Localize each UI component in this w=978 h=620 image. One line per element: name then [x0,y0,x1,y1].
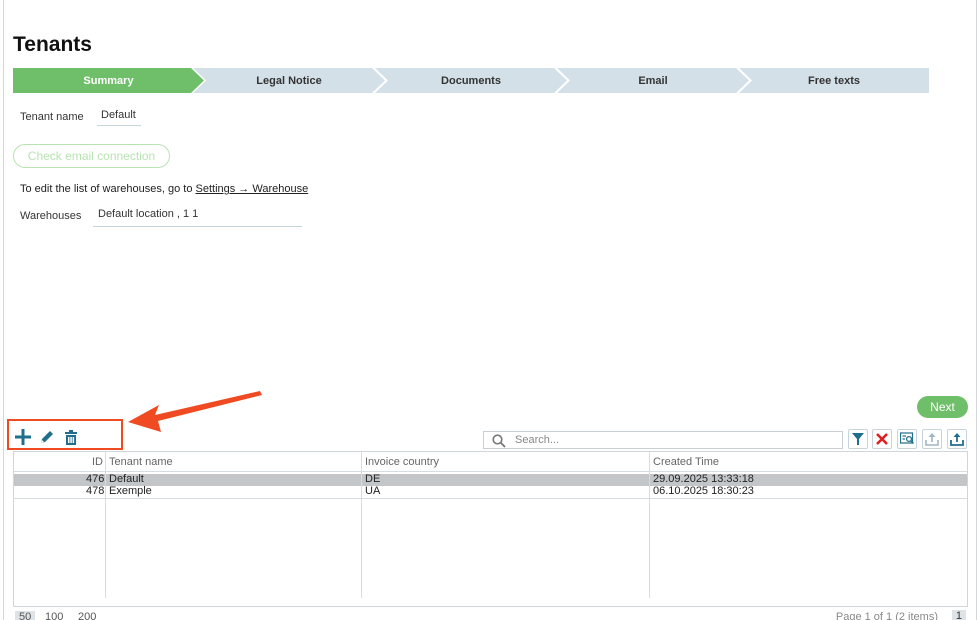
close-icon[interactable] [872,429,892,449]
step-label: Legal Notice [256,74,322,87]
pencil-icon[interactable] [38,428,56,446]
column-divider [361,452,362,598]
table-header: ID Tenant name Invoice country Created T… [14,452,967,472]
filter-icon[interactable] [848,429,868,449]
warehouse-info-text: To edit the list of warehouses, go to Se… [20,183,308,195]
upload-icon[interactable] [922,429,942,449]
search-input[interactable] [515,432,835,448]
step-documents[interactable]: Documents [375,68,567,93]
cell-invoice-country: DE [365,473,381,485]
pager-info: Page 1 of 1 (2 items) [835,611,938,620]
warehouses-field[interactable]: Default location , 1 1 [93,208,302,227]
wizard-steps: Summary Legal Notice Documents Email Fre… [13,68,929,93]
tenants-page: Tenants Summary Legal Notice Documents E… [0,0,978,620]
upload-icon[interactable] [947,429,967,449]
cell-id: 478 [86,485,105,497]
step-label: Documents [441,74,501,87]
table-row[interactable]: 476 Default DE 29.09.2025 13:33:18 [14,473,967,486]
page-title: Tenants [13,33,92,56]
tenants-table: ID Tenant name Invoice country Created T… [13,451,968,607]
next-button[interactable]: Next [917,396,968,418]
search-box [483,431,843,449]
column-divider [649,452,650,598]
column-header-id[interactable]: ID [92,456,103,468]
settings-warehouse-link[interactable]: Settings → Warehouse [196,183,309,195]
search-document-icon[interactable] [897,429,917,449]
info-prefix: To edit the list of warehouses, go to [20,183,196,195]
plus-icon[interactable] [14,428,32,446]
pager: 50 100 200 Page 1 of 1 (2 items) 1 [13,609,968,620]
cell-invoice-country: UA [365,485,381,497]
cell-created-time: 06.10.2025 18:30:23 [653,485,754,497]
tenant-name-field[interactable]: Default [97,109,141,126]
row-divider [14,498,967,499]
search-icon [492,434,506,448]
step-free-texts[interactable]: Free texts [739,68,929,93]
column-header-invoice-country[interactable]: Invoice country [365,456,439,468]
step-legal-notice[interactable]: Legal Notice [193,68,385,93]
page-number-button[interactable]: 1 [951,610,966,620]
left-border [3,0,4,620]
column-header-tenant-name[interactable]: Tenant name [109,456,173,468]
page-size-option[interactable]: 200 [78,611,96,620]
check-email-connection-button[interactable]: Check email connection [13,144,170,168]
step-label: Free texts [808,74,860,87]
table-row[interactable]: 478 Exemple UA 06.10.2025 18:30:23 [14,485,967,498]
column-divider [105,452,106,598]
step-label: Email [638,74,668,87]
cell-created-time: 29.09.2025 13:33:18 [653,473,754,485]
page-size-option[interactable]: 50 [15,611,36,620]
page-size-option[interactable]: 100 [45,611,63,620]
step-summary[interactable]: Summary [13,68,204,93]
trash-icon[interactable] [62,428,80,446]
step-label: Summary [83,74,134,87]
warehouses-label: Warehouses [20,210,82,222]
annotation-arrow [128,391,262,432]
cell-tenant-name: Default [109,473,144,485]
cell-tenant-name: Exemple [109,485,152,497]
right-border [976,0,977,620]
tenant-name-label: Tenant name [20,111,84,123]
step-email[interactable]: Email [557,68,749,93]
column-header-created-time[interactable]: Created Time [653,456,719,468]
cell-id: 476 [86,473,105,485]
